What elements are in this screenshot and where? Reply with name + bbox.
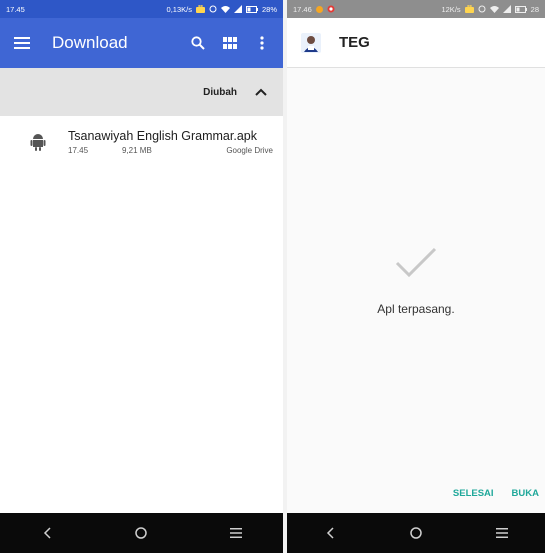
app-bar: TEG (287, 18, 545, 68)
network-speed: 12K/s (441, 4, 461, 14)
file-source: Google Drive (226, 146, 273, 155)
chrome-icon (327, 5, 335, 13)
sort-bar[interactable]: Diubah (0, 68, 283, 116)
grid-view-icon (223, 37, 237, 49)
grid-view-button[interactable] (217, 30, 243, 56)
search-button[interactable] (185, 30, 211, 56)
battery-percent: 28 (530, 4, 539, 14)
home-icon (410, 527, 422, 539)
install-complete-screen: 17.46 12K/s 28 TEG Apl terpasang. SELESA… (287, 0, 545, 553)
battery-icon (514, 5, 527, 13)
alarm-icon (209, 5, 217, 13)
recents-button[interactable] (487, 518, 517, 548)
alarm-icon (478, 5, 486, 13)
file-name: Tsanawiyah English Grammar.apk (68, 129, 257, 143)
install-status-message: Apl terpasang. (377, 302, 455, 316)
home-button[interactable] (126, 518, 156, 548)
android-icon (30, 134, 46, 151)
download-screen: 17.45 0,13K/s 28% Download Diubah Tsanaw… (0, 0, 283, 553)
home-button[interactable] (401, 518, 431, 548)
status-bar: 17.45 0,13K/s 28% (0, 0, 283, 18)
recents-icon (229, 528, 242, 538)
done-button[interactable]: SELESAI (453, 488, 494, 499)
teg-app-logo-icon (301, 32, 321, 53)
sort-direction-button[interactable] (253, 84, 269, 100)
sort-label: Diubah (203, 86, 237, 98)
hamburger-menu-icon[interactable] (14, 36, 30, 50)
back-button[interactable] (315, 518, 345, 548)
status-bar: 17.46 12K/s 28 (287, 0, 545, 18)
navigation-bar (0, 513, 283, 553)
open-button[interactable]: BUKA (512, 488, 539, 499)
back-icon (326, 527, 334, 539)
navigation-bar (287, 513, 545, 553)
app-bar: Download (0, 18, 283, 68)
back-button[interactable] (32, 518, 62, 548)
network-speed: 0,13K/s (166, 4, 192, 14)
more-vert-icon (260, 36, 264, 50)
search-icon (191, 36, 205, 50)
recents-button[interactable] (221, 518, 251, 548)
file-list-item[interactable]: Tsanawiyah English Grammar.apk 17.45 9,2… (0, 116, 283, 168)
checkmark-icon (395, 247, 437, 278)
battery-percent: 28% (261, 4, 277, 14)
briefcase-icon (195, 5, 205, 13)
battery-icon (245, 5, 258, 13)
signal-icon (233, 5, 242, 13)
more-options-button[interactable] (249, 30, 275, 56)
status-time: 17.46 (293, 4, 312, 14)
home-icon (135, 527, 148, 539)
notification-dot-icon (315, 5, 323, 13)
file-size: 9,21 MB (122, 146, 152, 155)
page-title: Download (52, 33, 128, 52)
briefcase-icon (464, 5, 474, 13)
recents-icon (496, 528, 508, 538)
back-icon (44, 527, 51, 539)
chevron-up-icon (255, 88, 267, 96)
app-title: TEG (339, 34, 370, 51)
dialog-actions: SELESAI BUKA (453, 488, 539, 499)
status-time: 17.45 (6, 4, 25, 14)
wifi-icon (489, 6, 499, 13)
wifi-icon (220, 6, 230, 13)
file-time: 17.45 (68, 146, 89, 155)
signal-icon (502, 5, 511, 13)
